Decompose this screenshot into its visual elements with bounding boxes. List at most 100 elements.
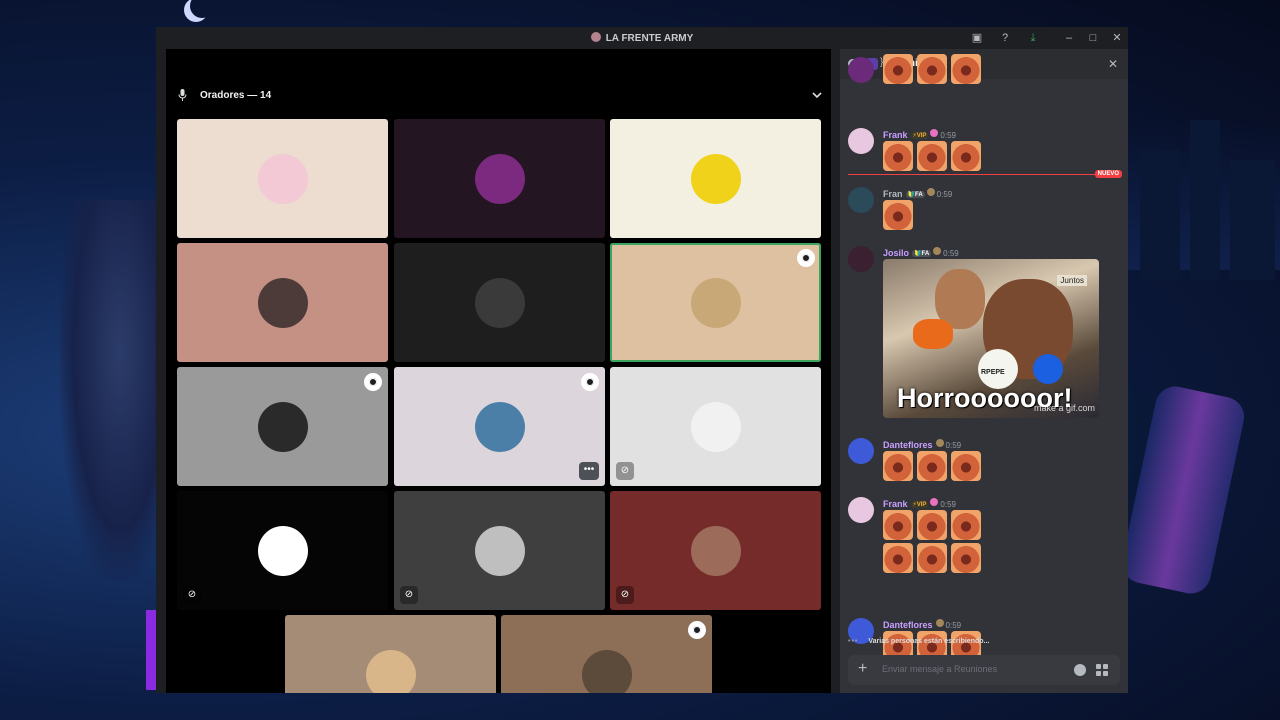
- participant-tile[interactable]: ⊘: [610, 491, 821, 610]
- muted-mic-icon: ⊘: [183, 586, 201, 604]
- user-avatar[interactable]: [848, 57, 874, 83]
- gif-mic-label: RPEPE: [981, 369, 1005, 376]
- participant-avatar: [257, 525, 308, 576]
- message-meta: Fran 🔰FA 0:59: [883, 188, 952, 199]
- cat-illustration: [60, 200, 160, 580]
- app-window: LA FRENTE ARMY ▣ ? ⤓ – □ ✕ Oradores — 14…: [156, 27, 1128, 693]
- close-window-button[interactable]: ✕: [1110, 31, 1124, 45]
- sticker-image[interactable]: [917, 451, 947, 481]
- participant-tile[interactable]: [177, 119, 388, 238]
- participant-avatar: [690, 525, 741, 576]
- participant-tile[interactable]: •••: [394, 367, 605, 486]
- speakers-header[interactable]: Oradores — 14: [166, 85, 831, 107]
- message-composer[interactable]: + Enviar mensaje a Reuniones: [848, 655, 1120, 685]
- participant-tile[interactable]: [610, 119, 821, 238]
- voice-stage: Oradores — 14 ••• ⊘ ⊘ ⊘ ⊘: [166, 49, 831, 693]
- message-timestamp: 0:59: [945, 441, 962, 450]
- stage-moderator-icon: [797, 249, 815, 267]
- username[interactable]: Josilo: [883, 248, 909, 258]
- role-badge: ⚡VIP: [910, 132, 929, 139]
- participant-tile[interactable]: [177, 367, 388, 486]
- participant-avatar: [365, 649, 416, 693]
- typing-indicator: ••• Varias personas están escribiendo...: [848, 638, 989, 645]
- participant-avatar: [690, 277, 741, 328]
- sticker-image[interactable]: [917, 54, 947, 84]
- participant-avatar: [474, 401, 525, 452]
- window-title-text: LA FRENTE ARMY: [605, 33, 694, 44]
- participant-tile[interactable]: ⊘: [610, 367, 821, 486]
- user-avatar[interactable]: [848, 246, 874, 272]
- username[interactable]: Danteflores: [883, 440, 933, 450]
- message-timestamp: 0:59: [943, 249, 959, 258]
- muted-mic-icon: ⊘: [616, 462, 634, 480]
- participant-tile[interactable]: [285, 615, 496, 693]
- gif-embed[interactable]: Juntos RPEPE Horroooooor! make a gif.com: [883, 259, 1099, 418]
- participant-tile[interactable]: [177, 243, 388, 362]
- add-attachment-icon[interactable]: +: [858, 661, 867, 677]
- apps-icon[interactable]: [1096, 664, 1108, 676]
- participant-tile[interactable]: [394, 119, 605, 238]
- sticker-image[interactable]: [951, 54, 981, 84]
- new-messages-badge: NUEVO: [1094, 170, 1122, 178]
- participant-tile[interactable]: [610, 243, 821, 362]
- sticker-image[interactable]: [883, 510, 913, 540]
- user-avatar[interactable]: [848, 187, 874, 213]
- username[interactable]: Frank: [883, 499, 908, 509]
- message-timestamp: 0:59: [945, 621, 962, 630]
- typing-text: Varias personas están escribiendo...: [868, 638, 990, 645]
- user-avatar[interactable]: [848, 128, 874, 154]
- role-badge: [926, 188, 935, 196]
- sticker-image[interactable]: [883, 141, 913, 171]
- screen-share-icon[interactable]: ▣: [970, 31, 984, 45]
- message-timestamp: 0:59: [936, 190, 953, 199]
- user-avatar[interactable]: [848, 438, 874, 464]
- message-meta: Danteflores 0:59: [883, 439, 961, 450]
- sticker-image[interactable]: [951, 451, 981, 481]
- sticker-image[interactable]: [951, 543, 981, 573]
- title-bar: LA FRENTE ARMY ▣ ? ⤓ – □ ✕: [156, 27, 1128, 49]
- sticker-image[interactable]: [917, 141, 947, 171]
- maximize-button[interactable]: □: [1086, 31, 1100, 45]
- message-input-placeholder[interactable]: Enviar mensaje a Reuniones: [882, 664, 997, 674]
- help-icon[interactable]: ?: [998, 31, 1012, 45]
- username[interactable]: Fran: [883, 189, 903, 199]
- message-timestamp: 0:59: [940, 500, 956, 509]
- muted-mic-icon: ⊘: [400, 586, 418, 604]
- role-badge: [935, 439, 944, 447]
- building-decoration: [1140, 150, 1180, 280]
- sticker-image[interactable]: [883, 54, 913, 84]
- participant-avatar: [474, 277, 525, 328]
- username[interactable]: Danteflores: [883, 620, 933, 630]
- message-timestamp: 0:59: [940, 131, 956, 140]
- minimize-button[interactable]: –: [1062, 31, 1076, 45]
- participant-avatar: [581, 649, 632, 693]
- sticker-image[interactable]: [917, 510, 947, 540]
- sticker-image[interactable]: [951, 510, 981, 540]
- moon-decoration: [190, 0, 214, 18]
- sticker-image[interactable]: [883, 200, 913, 230]
- sticker-image[interactable]: [951, 141, 981, 171]
- username[interactable]: Frank: [883, 130, 908, 140]
- participant-tile[interactable]: ⊘: [394, 491, 605, 610]
- participant-tile[interactable]: ⊘: [177, 491, 388, 610]
- sticker-image[interactable]: [917, 543, 947, 573]
- participant-tile[interactable]: [501, 615, 712, 693]
- role-badge: [935, 619, 944, 627]
- sticker-image[interactable]: [883, 451, 913, 481]
- user-avatar[interactable]: [848, 497, 874, 523]
- role-badge: ⚡VIP: [910, 501, 929, 508]
- chevron-down-icon[interactable]: [811, 89, 823, 101]
- participant-tile[interactable]: [394, 243, 605, 362]
- role-badge: [933, 247, 942, 255]
- participant-avatar: [257, 277, 308, 328]
- close-chat-icon[interactable]: ✕: [1108, 57, 1118, 71]
- building-decoration: [1190, 120, 1220, 280]
- more-options-icon[interactable]: •••: [579, 462, 599, 480]
- message-meta: Danteflores 0:59: [883, 619, 961, 630]
- emoji-icon[interactable]: [1074, 664, 1086, 676]
- download-icon[interactable]: ⤓: [1026, 31, 1040, 45]
- participant-avatar: [690, 401, 741, 452]
- sticker-image[interactable]: [883, 543, 913, 573]
- stage-moderator-icon: [364, 373, 382, 391]
- microphone-icon: [178, 89, 187, 101]
